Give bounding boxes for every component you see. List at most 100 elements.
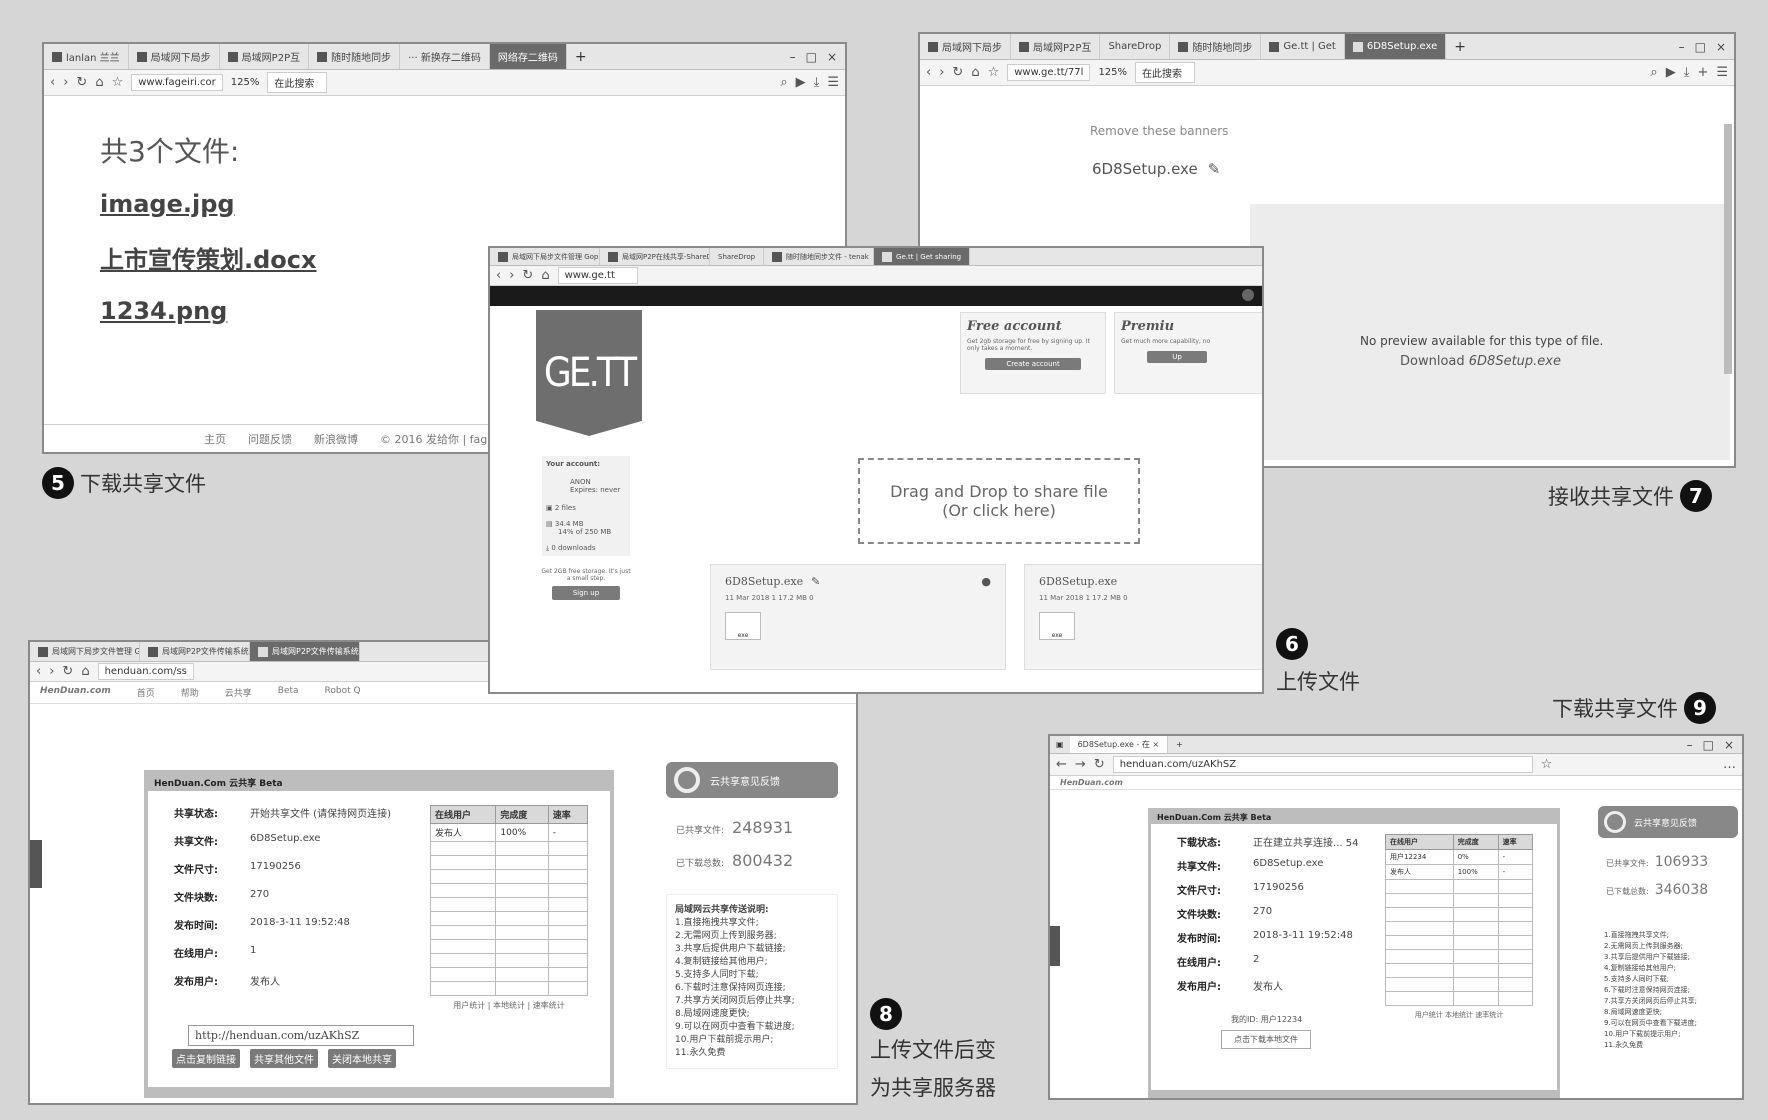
reload-icon[interactable]: ↻	[62, 664, 73, 679]
reload-icon[interactable]: ↻	[1094, 757, 1105, 772]
forward-icon[interactable]: ›	[49, 664, 54, 679]
download-icon[interactable]: ⤓	[814, 75, 820, 90]
reload-icon[interactable]: ↻	[522, 268, 533, 283]
file-link[interactable]: image.jpg	[100, 190, 845, 218]
footer-link[interactable]: 主页	[204, 431, 226, 447]
tab[interactable]: ShareDrop	[1100, 34, 1171, 59]
share-other-button[interactable]: 共享其他文件	[250, 1049, 318, 1068]
copy-link-button[interactable]: 点击复制链接	[172, 1049, 240, 1068]
new-tab-icon[interactable]: +	[567, 49, 595, 65]
tab[interactable]: 局域网P2P互	[220, 44, 310, 69]
play-icon[interactable]: ▶	[796, 75, 806, 90]
reload-icon[interactable]: ↻	[76, 75, 87, 90]
tab[interactable]: 随时随地同步	[1170, 34, 1262, 59]
tab-active[interactable]: 局域网P2P文件传输系统-众共享 | 免费	[250, 642, 360, 661]
address-bar[interactable]: henduan.com/ss	[97, 663, 194, 680]
play-icon[interactable]: ▶	[1666, 65, 1676, 80]
scrollbar[interactable]	[1724, 124, 1732, 374]
info-icon[interactable]: ●	[981, 575, 991, 588]
edit-icon[interactable]: ✎	[1208, 160, 1221, 178]
tab[interactable]: 局域网P2P互	[1011, 34, 1101, 59]
address-bar[interactable]: henduan.com/uzAKhSZ	[1112, 756, 1533, 773]
star-icon[interactable]: ☆	[988, 65, 1000, 80]
tab[interactable]: ··· 新换存二维码	[400, 44, 490, 69]
share-url[interactable]: http://henduan.com/uzAKhSZ	[195, 1029, 359, 1042]
settings-icon[interactable]	[1242, 289, 1254, 301]
file-card[interactable]: 6D8Setup.exe 11 Mar 2018 1 17.2 MB 0 exe	[1024, 564, 1262, 670]
create-account-button[interactable]: Create account	[985, 358, 1081, 370]
feedback-banner[interactable]: 云共享意见反馈	[1598, 806, 1738, 838]
forward-icon[interactable]: ›	[939, 65, 944, 80]
add-icon[interactable]: +	[1697, 65, 1708, 80]
drop-zone[interactable]: Drag and Drop to share file (Or click he…	[858, 458, 1140, 544]
home-icon[interactable]: ⌂	[541, 268, 549, 283]
side-tab[interactable]	[30, 840, 42, 888]
tab[interactable]: ShareDrop	[710, 248, 765, 265]
address-bar[interactable]: www.fageiri.cor	[131, 74, 223, 91]
home-icon[interactable]: ⌂	[95, 75, 103, 90]
menu-icon[interactable]: ☰	[1716, 65, 1728, 80]
close-icon[interactable]: ×	[1724, 738, 1734, 752]
download-icon[interactable]: ⤓	[1684, 65, 1690, 80]
tab[interactable]: 随时随地同步文件 - tenak	[764, 248, 875, 265]
tab-active[interactable]: 6D8Setup.exe - 在 ×	[1069, 736, 1169, 753]
file-card[interactable]: 6D8Setup.exe ✎ ● 11 Mar 2018 1 17.2 MB 0…	[710, 564, 1006, 670]
close-share-button[interactable]: 关闭本地共享	[328, 1049, 396, 1068]
new-tab-icon[interactable]: +	[1446, 39, 1474, 55]
remove-banners-link[interactable]: Remove these banners	[1090, 124, 1228, 138]
minimize-icon[interactable]: –	[1687, 738, 1693, 752]
new-tab-icon[interactable]: +	[1168, 740, 1191, 749]
search-icon[interactable]: ⌕	[1650, 65, 1657, 80]
signup-button[interactable]: Sign up	[552, 586, 620, 600]
tab[interactable]: 随时随地同步	[309, 44, 401, 69]
footer-link[interactable]: 问题反馈	[248, 431, 292, 447]
search-input[interactable]: 在此搜索	[267, 72, 328, 93]
maximize-icon[interactable]: □	[1695, 40, 1706, 54]
minimize-icon[interactable]: –	[1679, 40, 1685, 54]
zoom-level[interactable]: 125%	[1098, 67, 1127, 78]
back-icon[interactable]: ←	[1056, 757, 1067, 772]
nav-link[interactable]: 首页	[137, 686, 155, 699]
menu-icon[interactable]: ☰	[827, 75, 839, 90]
tab[interactable]: 局域网下局步文件管理 Gopro.tv	[490, 248, 600, 265]
more-icon[interactable]: …	[1723, 757, 1736, 772]
nav-link[interactable]: Beta	[278, 686, 299, 699]
star-icon[interactable]: ☆	[112, 75, 124, 90]
maximize-icon[interactable]: □	[806, 50, 817, 64]
tab-active[interactable]: 6D8Setup.exe	[1344, 34, 1447, 59]
download-link[interactable]: Download 6D8Setup.exe	[1400, 354, 1561, 369]
back-icon[interactable]: ‹	[496, 268, 501, 283]
gett-logo[interactable]: GE.TT	[536, 310, 642, 436]
tab[interactable]: 局域网下局步	[920, 34, 1011, 59]
tab[interactable]: Ge.tt | Get	[1261, 34, 1345, 59]
back-icon[interactable]: ‹	[50, 75, 55, 90]
search-icon[interactable]: ⌕	[780, 75, 787, 90]
tab[interactable]: lanlan 兰兰	[44, 44, 129, 69]
home-icon[interactable]: ⌂	[81, 664, 89, 679]
upgrade-button[interactable]: Up	[1147, 351, 1207, 363]
nav-link[interactable]: 帮助	[181, 686, 199, 699]
forward-icon[interactable]: ›	[63, 75, 68, 90]
back-icon[interactable]: ‹	[36, 664, 41, 679]
edit-icon[interactable]: ✎	[811, 575, 820, 588]
footer-link[interactable]: 新浪微博	[314, 431, 358, 447]
zoom-level[interactable]: 125%	[231, 77, 260, 88]
tab[interactable]: 局域网下局步	[129, 44, 220, 69]
search-input[interactable]: 在此搜索	[1135, 62, 1196, 83]
download-local-button[interactable]: 点击下载本地文件	[1221, 1030, 1311, 1049]
forward-icon[interactable]: ›	[509, 268, 514, 283]
nav-link[interactable]: Robot Q	[325, 686, 361, 699]
tab[interactable]: 局域网P2P文件传输系统-众共享 | 免费	[140, 642, 250, 661]
site-logo[interactable]: HenDuan.com	[1060, 778, 1123, 787]
site-logo[interactable]: HenDuan.com	[40, 686, 111, 699]
home-icon[interactable]: ⌂	[971, 65, 979, 80]
side-tab[interactable]	[1050, 926, 1060, 966]
feedback-banner[interactable]: 云共享意见反馈	[666, 762, 838, 798]
close-icon[interactable]: ×	[1716, 40, 1726, 54]
address-bar[interactable]: www.ge.tt	[557, 267, 638, 284]
nav-link[interactable]: 云共享	[225, 686, 252, 699]
back-icon[interactable]: ‹	[926, 65, 931, 80]
star-icon[interactable]: ☆	[1541, 757, 1553, 772]
forward-icon[interactable]: →	[1075, 757, 1086, 772]
maximize-icon[interactable]: □	[1703, 738, 1714, 752]
